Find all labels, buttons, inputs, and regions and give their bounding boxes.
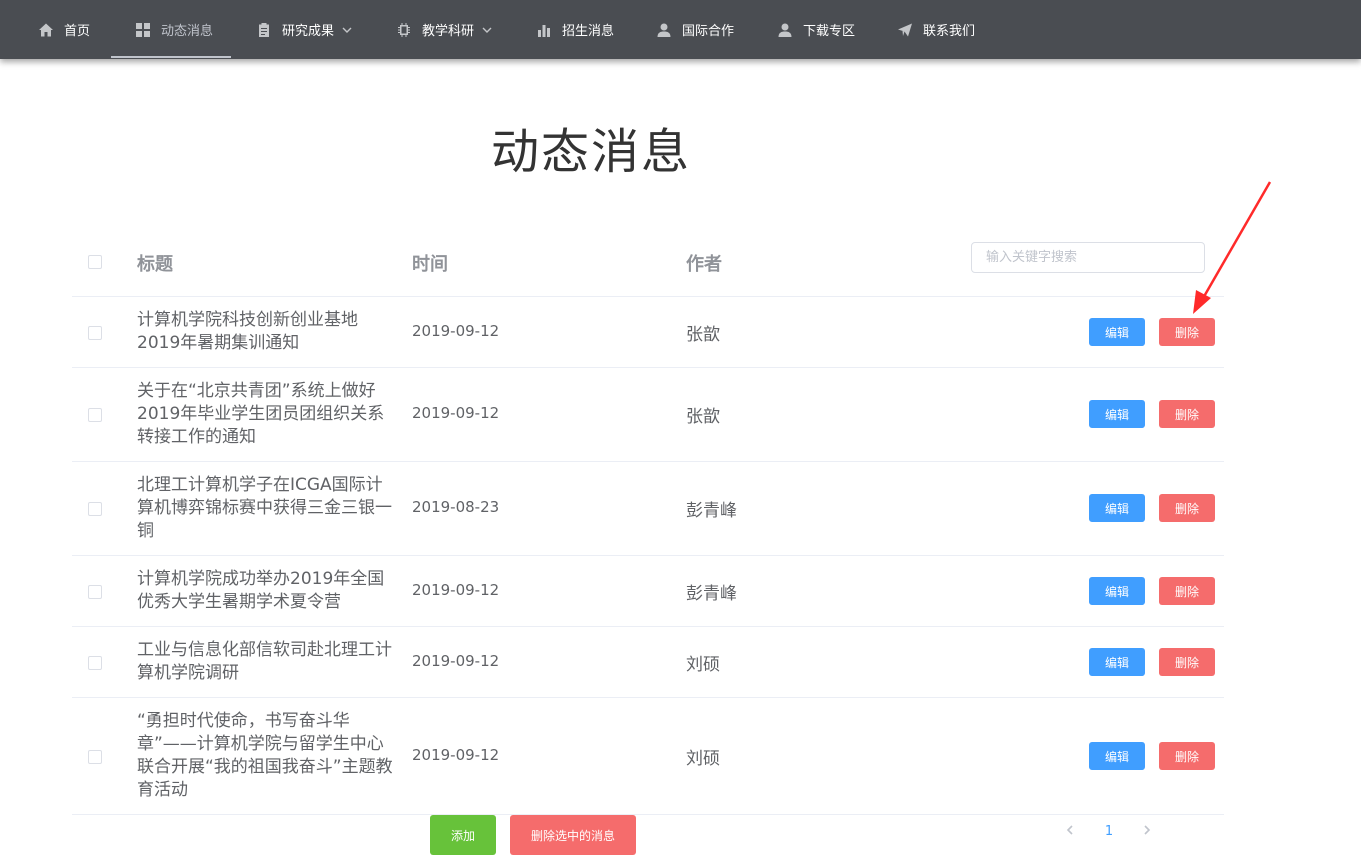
row-checkbox[interactable]	[88, 326, 102, 340]
nav-item-news[interactable]: 动态消息	[135, 0, 213, 59]
chevron-right-icon	[1142, 824, 1152, 839]
table-row: 计算机学院科技创新创业基地2019年暑期集训通知 2019-09-12 张歆 编…	[72, 297, 1224, 368]
column-header-title: 标题	[137, 254, 173, 275]
table-row: 工业与信息化部信软司赴北理工计算机学院调研 2019-09-12 刘硕 编辑 删…	[72, 627, 1224, 698]
nav-item-label: 联系我们	[923, 24, 976, 39]
nav-item-label: 动态消息	[161, 24, 214, 39]
nav-item-label: 招生消息	[562, 24, 615, 39]
row-title: 北理工计算机学子在ICGA国际计算机博弈锦标赛中获得三金三银一铜	[137, 475, 392, 541]
row-checkbox[interactable]	[88, 656, 102, 670]
edit-button[interactable]: 编辑	[1089, 494, 1145, 522]
row-time: 2019-09-12	[412, 404, 500, 422]
top-navbar: 首页 动态消息 研究成果 教学科研 招生消息 国际合作 下载专区 联系我们	[0, 0, 1361, 59]
row-title: “勇担时代使命，书写奋斗华章”——计算机学院与留学生中心联合开展“我的祖国我奋斗…	[137, 711, 393, 800]
delete-button[interactable]: 删除	[1159, 742, 1215, 770]
row-title: 关于在“北京共青团”系统上做好2019年毕业学生团员团组织关系转接工作的通知	[137, 381, 385, 447]
table-row: 关于在“北京共青团”系统上做好2019年毕业学生团员团组织关系转接工作的通知 2…	[72, 368, 1224, 462]
nav-item-label: 国际合作	[682, 24, 735, 39]
clipboard-icon	[256, 22, 272, 38]
row-author: 刘硕	[686, 655, 720, 675]
nav-item-teaching[interactable]: 教学科研	[396, 0, 492, 59]
chevron-down-icon	[482, 25, 492, 35]
column-header-time: 时间	[412, 254, 448, 275]
delete-button[interactable]: 删除	[1159, 400, 1215, 428]
page-number-current[interactable]: 1	[1098, 820, 1120, 842]
row-checkbox[interactable]	[88, 502, 102, 516]
nav-item-label: 下载专区	[803, 24, 856, 39]
edit-button[interactable]: 编辑	[1089, 648, 1145, 676]
edit-button[interactable]: 编辑	[1089, 318, 1145, 346]
nav-item-downloads[interactable]: 下载专区	[777, 0, 855, 59]
delete-button[interactable]: 删除	[1159, 577, 1215, 605]
row-time: 2019-09-12	[412, 581, 500, 599]
row-author: 彭青峰	[686, 501, 737, 521]
edit-button[interactable]: 编辑	[1089, 400, 1145, 428]
row-time: 2019-09-12	[412, 652, 500, 670]
prev-page-button[interactable]	[1062, 820, 1078, 842]
delete-button[interactable]: 删除	[1159, 648, 1215, 676]
select-all-checkbox[interactable]	[88, 255, 102, 269]
row-checkbox[interactable]	[88, 585, 102, 599]
nav-item-label: 教学科研	[422, 24, 475, 39]
table-row: 计算机学院成功举办2019年全国优秀大学生暑期学术夏令营 2019-09-12 …	[72, 556, 1224, 627]
chevron-left-icon	[1065, 824, 1075, 839]
news-table: 标题 时间 作者 计算机学院科技创新创业基地2019年暑期集训通知 2019-0…	[72, 226, 1224, 815]
table-row: “勇担时代使命，书写奋斗华章”——计算机学院与留学生中心联合开展“我的祖国我奋斗…	[72, 698, 1224, 815]
row-checkbox[interactable]	[88, 750, 102, 764]
row-title: 工业与信息化部信软司赴北理工计算机学院调研	[137, 640, 392, 683]
column-header-author: 作者	[686, 254, 722, 275]
row-time: 2019-09-12	[412, 322, 500, 340]
page-title: 动态消息	[490, 124, 691, 180]
next-page-button[interactable]	[1139, 820, 1155, 842]
nav-item-contact[interactable]: 联系我们	[897, 0, 975, 59]
delete-selected-button[interactable]: 删除选中的消息	[510, 815, 636, 855]
active-tab-indicator	[111, 56, 231, 58]
row-author: 彭青峰	[686, 584, 737, 604]
row-author: 张歆	[686, 325, 720, 345]
row-title: 计算机学院科技创新创业基地2019年暑期集训通知	[137, 310, 358, 353]
chip-icon	[396, 22, 412, 38]
row-checkbox[interactable]	[88, 408, 102, 422]
nav-item-international[interactable]: 国际合作	[656, 0, 734, 59]
user-icon	[656, 22, 672, 38]
row-time: 2019-09-12	[412, 746, 500, 764]
delete-button[interactable]: 删除	[1159, 494, 1215, 522]
nav-item-admissions[interactable]: 招生消息	[536, 0, 614, 59]
add-button[interactable]: 添加	[430, 815, 496, 855]
row-time: 2019-08-23	[412, 498, 500, 516]
row-title: 计算机学院成功举办2019年全国优秀大学生暑期学术夏令营	[137, 569, 385, 612]
grid-icon	[135, 22, 151, 38]
table-header-row: 标题 时间 作者	[72, 226, 1224, 297]
user-icon	[777, 22, 793, 38]
search-input[interactable]	[971, 242, 1205, 273]
bar-chart-icon	[536, 22, 552, 38]
edit-button[interactable]: 编辑	[1089, 742, 1145, 770]
nav-item-home[interactable]: 首页	[38, 0, 90, 59]
nav-item-label: 研究成果	[282, 24, 335, 39]
nav-item-label: 首页	[64, 24, 91, 39]
home-icon	[38, 22, 54, 38]
send-icon	[897, 22, 913, 38]
row-author: 刘硕	[686, 749, 720, 769]
delete-button[interactable]: 删除	[1159, 318, 1215, 346]
row-author: 张歆	[686, 407, 720, 427]
table-row: 北理工计算机学子在ICGA国际计算机博弈锦标赛中获得三金三银一铜 2019-08…	[72, 462, 1224, 556]
edit-button[interactable]: 编辑	[1089, 577, 1145, 605]
nav-item-research[interactable]: 研究成果	[256, 0, 352, 59]
chevron-down-icon	[342, 25, 352, 35]
